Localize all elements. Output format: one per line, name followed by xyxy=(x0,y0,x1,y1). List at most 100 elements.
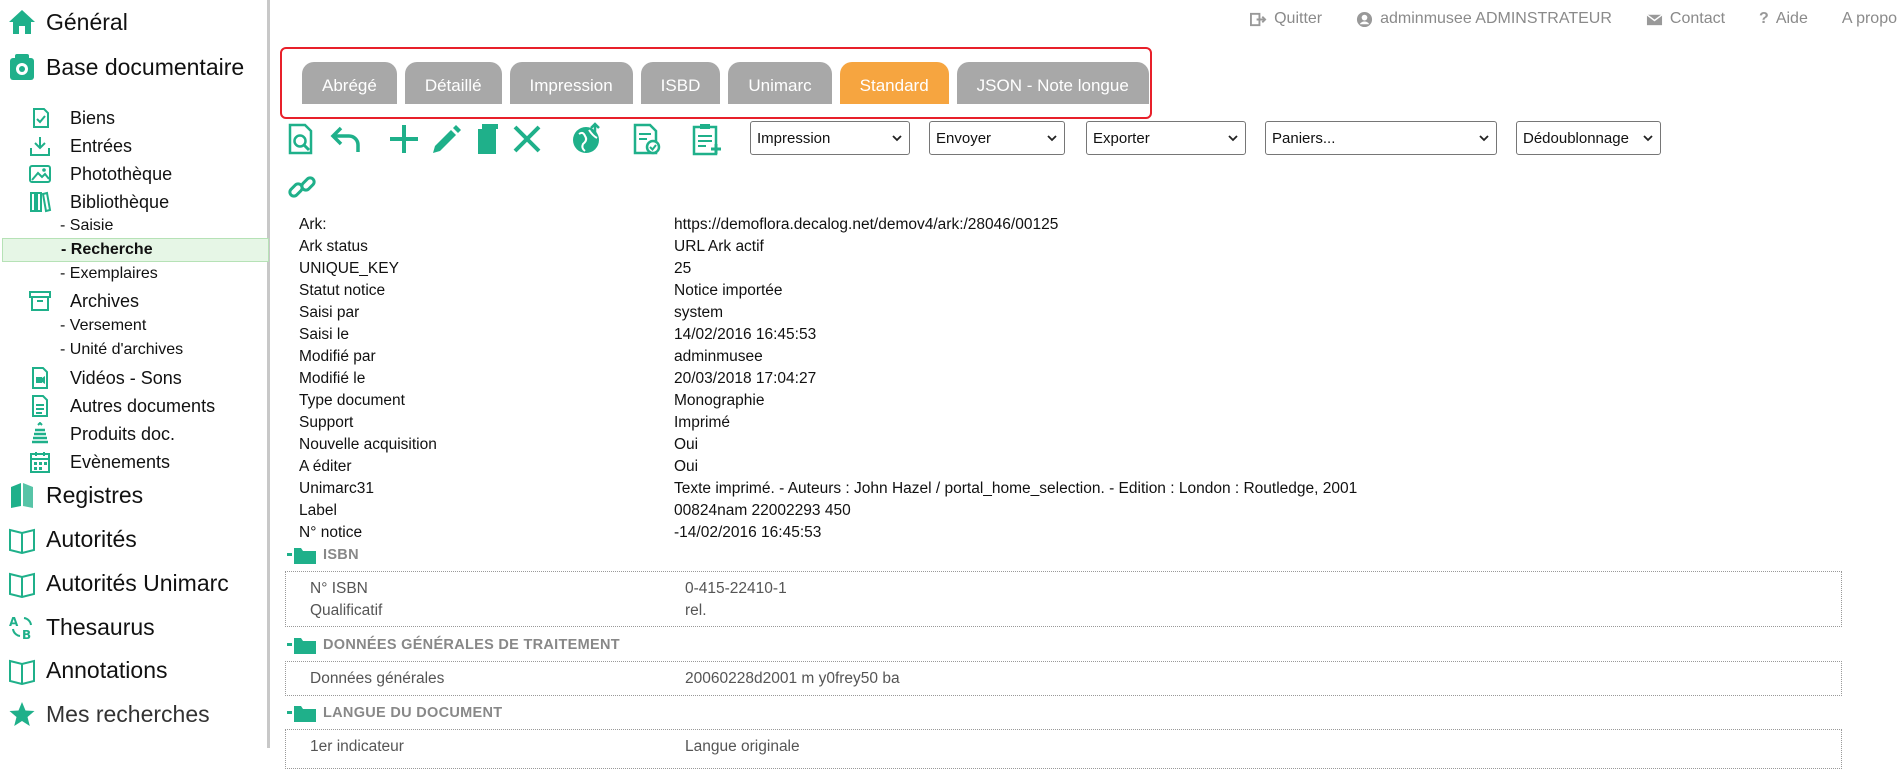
stack-icon xyxy=(26,420,54,448)
sidebar-item-label: Vidéos - Sons xyxy=(70,367,182,388)
field-label: Statut notice xyxy=(299,282,386,299)
envoyer-select[interactable]: Envoyer xyxy=(929,121,1065,155)
sidebar-item-evenements[interactable]: Evènements xyxy=(26,448,170,476)
sidebar-item-autorites[interactable]: Autorités xyxy=(0,519,137,559)
section-header-isbn[interactable]: ISBN xyxy=(287,545,359,565)
sidebar-item-entrees[interactable]: Entrées xyxy=(26,132,132,160)
field-label: Données générales xyxy=(310,670,445,687)
field-row: N° ISBN 0-415-22410-1 xyxy=(310,578,787,600)
field-value: Oui xyxy=(674,458,699,475)
sidebar-leaf-unite-archives[interactable]: - Unité d'archives xyxy=(60,339,183,361)
field-value: system xyxy=(674,304,724,321)
sidebar-item-label: Général xyxy=(46,8,128,35)
field-row: Ark: https://demoflora.decalog.net/demov4… xyxy=(299,214,1058,236)
dedoublonnage-select[interactable]: Dédoublonnage xyxy=(1516,121,1661,155)
sidebar-item-general[interactable]: Général xyxy=(0,2,128,42)
tab-json-note-longue[interactable]: JSON - Note longue xyxy=(956,62,1149,104)
sidebar-item-label: Base documentaire xyxy=(46,53,245,80)
sidebar-item-label: Registres xyxy=(46,481,144,508)
field-label: Type document xyxy=(299,392,405,409)
database-icon xyxy=(6,51,38,83)
field-row: Données générales 20060228d2001 m y0frey5… xyxy=(310,668,900,690)
sidebar-item-base-documentaire[interactable]: Base documentaire xyxy=(0,47,244,87)
select-value: Dédoublonnage xyxy=(1523,129,1629,147)
sidebar-item-label: Mes recherches xyxy=(46,700,210,727)
field-label: N° ISBN xyxy=(310,580,368,597)
sidebar-item-produits-doc[interactable]: Produits doc. xyxy=(26,420,175,448)
sidebar-item-videos-sons[interactable]: Vidéos - Sons xyxy=(26,364,182,392)
field-row: A éditer Oui xyxy=(299,456,698,478)
top-links: Quitter adminmusee ADMINSTRATEUR Contact… xyxy=(1250,10,1897,28)
add-icon[interactable] xyxy=(385,120,423,158)
field-row: Modifié par adminmusee xyxy=(299,346,763,368)
registres-icon xyxy=(6,479,38,511)
field-value: URL Ark actif xyxy=(674,238,764,255)
chevron-down-icon xyxy=(1479,135,1489,142)
svg-text:B: B xyxy=(22,628,31,642)
tab-impression[interactable]: Impression xyxy=(509,62,633,104)
select-value: Impression xyxy=(757,129,831,147)
contact-link[interactable]: Contact xyxy=(1646,10,1725,28)
sidebar-item-mes-recherches[interactable]: Mes recherches xyxy=(0,694,210,734)
tab-unimarc[interactable]: Unimarc xyxy=(728,62,832,104)
about-link[interactable]: A propos xyxy=(1842,10,1897,28)
edit-pencil-icon[interactable] xyxy=(427,120,465,158)
field-row: Saisi le 14/02/2016 16:45:53 xyxy=(299,324,816,346)
sidebar-leaf-saisie[interactable]: - Saisie xyxy=(60,215,113,237)
sidebar-item-registres[interactable]: Registres xyxy=(0,475,143,515)
tab-detaille[interactable]: Détaillé xyxy=(404,62,502,104)
sidebar-item-autres-documents[interactable]: Autres documents xyxy=(26,392,215,420)
user-link[interactable]: adminmusee ADMINSTRATEUR xyxy=(1356,10,1612,28)
photo-icon xyxy=(26,160,54,188)
sidebar-item-bibliotheque[interactable]: Bibliothèque xyxy=(26,188,169,216)
link-icon[interactable] xyxy=(283,168,321,206)
preview-search-icon[interactable] xyxy=(283,120,321,158)
sidebar-item-label: Autorités Unimarc xyxy=(46,569,229,596)
section-header-langue[interactable]: LANGUE DU DOCUMENT xyxy=(287,703,502,723)
quit-link[interactable]: Quitter xyxy=(1250,10,1322,28)
undo-icon[interactable] xyxy=(327,120,365,158)
sidebar-item-biens[interactable]: Biens xyxy=(26,104,115,132)
help-link[interactable]: ? Aide xyxy=(1759,10,1808,28)
field-label: UNIQUE_KEY xyxy=(299,260,399,277)
question-icon: ? xyxy=(1759,10,1769,27)
sidebar-item-autorites-unimarc[interactable]: Autorités Unimarc xyxy=(0,563,229,603)
quit-label: Quitter xyxy=(1274,10,1323,27)
sidebar-leaf-recherche[interactable]: - Recherche xyxy=(2,238,269,262)
sidebar-leaf-exemplaires[interactable]: - Exemplaires xyxy=(60,263,158,285)
paniers-select[interactable]: Paniers... xyxy=(1265,121,1497,155)
books-icon xyxy=(26,188,54,216)
field-label: A éditer xyxy=(299,458,352,475)
field-value: Notice importée xyxy=(674,282,783,299)
view-tabs: Abrégé Détaillé Impression ISBD Unimarc … xyxy=(302,62,1149,104)
new-record-icon[interactable] xyxy=(688,120,726,158)
document-icon xyxy=(26,392,54,420)
sidebar-item-phototheque[interactable]: Photothèque xyxy=(26,160,172,188)
document-settings-icon[interactable] xyxy=(628,120,666,158)
impression-select[interactable]: Impression xyxy=(750,121,910,155)
field-value: Oui xyxy=(674,436,699,453)
chevron-down-icon xyxy=(1643,135,1653,142)
copy-icon[interactable] xyxy=(468,120,506,158)
tab-abrege[interactable]: Abrégé xyxy=(302,62,397,104)
field-row: Unimarc31 Texte imprimé. - Auteurs : John… xyxy=(299,478,1357,500)
sidebar-item-thesaurus[interactable]: AB Thesaurus xyxy=(0,607,155,647)
about-label: A propos xyxy=(1841,10,1897,27)
tab-standard[interactable]: Standard xyxy=(839,62,949,104)
video-icon xyxy=(26,364,54,392)
tab-isbd[interactable]: ISBD xyxy=(640,62,721,104)
sidebar-item-label: Biens xyxy=(70,107,116,128)
delete-x-icon[interactable] xyxy=(508,120,546,158)
sidebar-leaf-versement[interactable]: - Versement xyxy=(60,315,146,337)
sidebar-item-label: Produits doc. xyxy=(70,423,176,444)
folder-icon xyxy=(287,548,316,564)
exporter-select[interactable]: Exporter xyxy=(1086,121,1246,155)
field-label: Modifié par xyxy=(299,348,376,365)
user-label: adminmusee ADMINSTRATEUR xyxy=(1380,10,1612,27)
globe-upload-icon[interactable] xyxy=(567,120,605,158)
sidebar-item-archives[interactable]: Archives xyxy=(26,287,139,315)
chevron-down-icon xyxy=(1228,135,1238,142)
section-header-donnees-generales[interactable]: DONNÉES GÉNÉRALES DE TRAITEMENT xyxy=(287,635,620,655)
sidebar-item-annotations[interactable]: Annotations xyxy=(0,650,167,690)
field-value: 20060228d2001 m y0frey50 ba xyxy=(685,670,900,687)
